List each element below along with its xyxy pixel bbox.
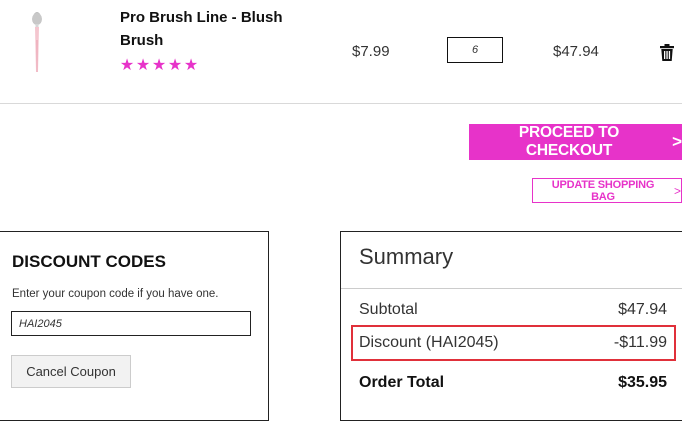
coupon-code-input[interactable] (11, 311, 251, 336)
star-icon: ★ (119, 57, 135, 74)
summary-title: Summary (359, 244, 454, 269)
product-thumbnail[interactable] (16, 10, 56, 80)
chevron-right-icon: > (672, 132, 682, 151)
update-bag-label: UPDATE SHOPPING BAG (551, 178, 655, 203)
order-total-label: Order Total (359, 374, 445, 391)
product-rating: ★ ★ ★ ★ ★ (119, 55, 199, 75)
quantity-input[interactable] (447, 37, 503, 63)
star-icon: ★ (135, 57, 151, 74)
chevron-right-icon: > (673, 183, 681, 198)
star-icon: ★ (167, 57, 183, 74)
checkout-label: PROCEED TO CHECKOUT (518, 124, 620, 159)
proceed-to-checkout-button[interactable]: PROCEED TO CHECKOUT > (469, 124, 682, 160)
product-name[interactable]: Pro Brush Line - Blush Brush (120, 6, 300, 52)
discount-highlight-box (351, 325, 676, 361)
trash-icon[interactable] (660, 44, 674, 61)
coupon-help-text: Enter your coupon code if you have one. (12, 288, 219, 300)
order-total-value: $35.95 (618, 374, 667, 391)
star-icon: ★ (151, 57, 167, 74)
subtotal-label: Subtotal (359, 301, 418, 318)
star-icon: ★ (183, 57, 199, 74)
row-total: $47.94 (553, 43, 599, 60)
unit-price: $7.99 (352, 43, 390, 60)
subtotal-value: $47.94 (618, 301, 667, 318)
summary-divider (341, 288, 682, 289)
update-shopping-bag-button[interactable]: UPDATE SHOPPING BAG > (532, 178, 682, 203)
discount-codes-title: DISCOUNT CODES (12, 252, 166, 271)
cart-divider (0, 103, 682, 104)
cancel-coupon-button[interactable]: Cancel Coupon (11, 355, 131, 388)
